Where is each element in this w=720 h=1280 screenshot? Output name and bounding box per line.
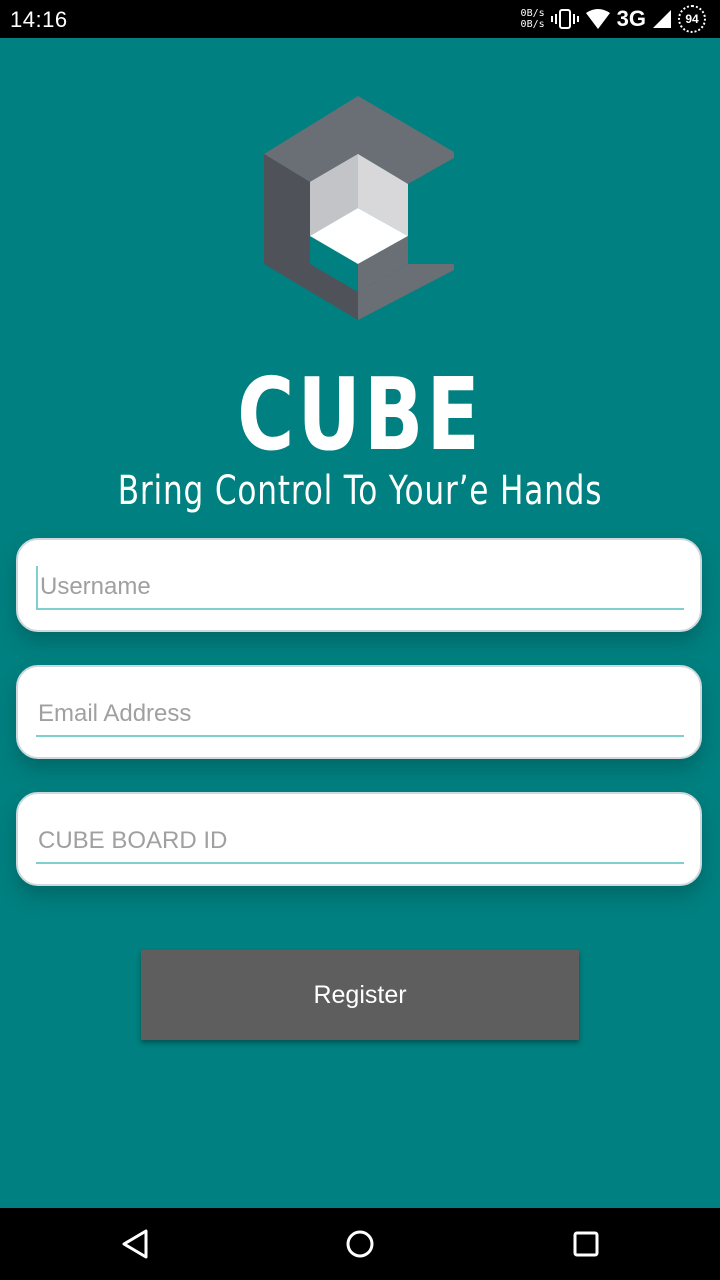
status-time: 14:16 [10, 7, 68, 32]
register-button[interactable]: Register [141, 950, 579, 1040]
battery-level: 94 [685, 12, 699, 26]
cube-logo-icon [264, 96, 454, 320]
brand-tagline: Bring Control To Your’e Hands [117, 468, 603, 514]
triangle-back-icon[interactable] [120, 1228, 152, 1260]
board-id-card [16, 792, 702, 886]
wifi-icon [585, 9, 610, 29]
username-input[interactable] [36, 566, 684, 610]
logo-area: CUBE Bring Control To Your’e Hands [0, 38, 720, 514]
download-speed: 0B/s [520, 19, 545, 30]
circle-home-icon[interactable] [344, 1228, 376, 1260]
navigation-bar [0, 1208, 720, 1280]
square-recents-icon[interactable] [570, 1228, 602, 1260]
signal-icon [653, 10, 671, 28]
brand-name: CUBE [237, 356, 483, 473]
username-card [16, 538, 702, 632]
battery-icon: 94 [678, 5, 706, 33]
email-card [16, 665, 702, 759]
board-id-input[interactable] [36, 820, 684, 864]
email-input[interactable] [36, 693, 684, 737]
network-type: 3G [616, 6, 646, 31]
vibrate-icon [550, 9, 579, 29]
status-bar: 14:16 0B/s 0B/s 3G 94 [0, 0, 720, 38]
status-icons: 0B/s 0B/s 3G 94 [521, 4, 706, 34]
upload-speed: 0B/s [520, 8, 545, 19]
network-speed: 0B/s 0B/s [521, 8, 545, 30]
